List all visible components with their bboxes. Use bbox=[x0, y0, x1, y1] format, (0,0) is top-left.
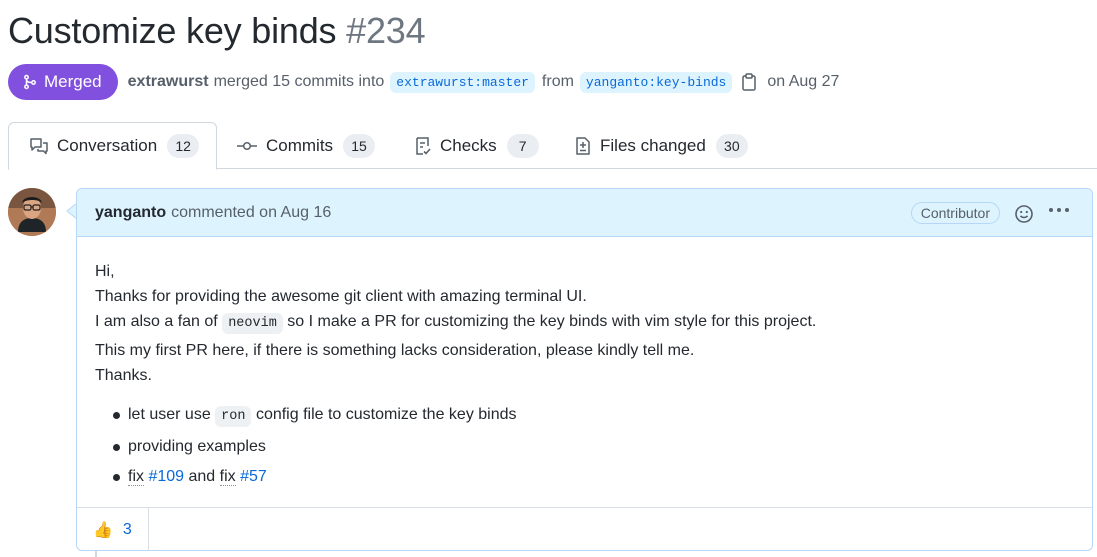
comment-box: yanganto commented on Aug 16 Contributor… bbox=[76, 188, 1093, 551]
list-text: and bbox=[188, 468, 216, 485]
issue-link-109[interactable]: #109 bbox=[148, 468, 184, 485]
inline-code: neovim bbox=[222, 313, 283, 334]
pr-title-text: Customize key binds bbox=[8, 10, 337, 51]
fix-keyword: fix bbox=[128, 468, 144, 486]
list-item: let user use ron config file to customiz… bbox=[111, 402, 1074, 429]
timeline-line bbox=[95, 551, 97, 557]
tab-files-changed-count: 30 bbox=[715, 133, 748, 158]
issue-link-57[interactable]: #57 bbox=[240, 468, 267, 485]
pr-number: #234 bbox=[346, 10, 426, 51]
fix-keyword: fix bbox=[219, 468, 236, 486]
comment-text: I am also a fan of bbox=[95, 313, 218, 330]
comment-line: Thanks for providing the awesome git cli… bbox=[95, 288, 587, 305]
head-branch-label[interactable]: yanganto:key-binds bbox=[579, 71, 733, 93]
tab-checks[interactable]: Checks 7 bbox=[414, 122, 539, 169]
comment-body: Hi, Thanks for providing the awesome git… bbox=[77, 237, 1092, 489]
reaction-count: 3 bbox=[122, 520, 132, 538]
contributor-badge: Contributor bbox=[910, 202, 1000, 224]
merge-date: on Aug 27 bbox=[767, 73, 840, 90]
checklist-icon bbox=[414, 136, 432, 156]
merged-state-label: Merged bbox=[44, 72, 102, 91]
comment-header: yanganto commented on Aug 16 Contributor bbox=[77, 189, 1092, 237]
smiley-icon[interactable] bbox=[1014, 204, 1034, 224]
tab-checks-label: Checks bbox=[440, 135, 497, 155]
merge-author-link[interactable]: extrawurst bbox=[128, 73, 209, 91]
tab-conversation[interactable]: Conversation 12 bbox=[8, 122, 217, 170]
git-commit-icon bbox=[236, 139, 258, 153]
comment-author-link[interactable]: yanganto bbox=[95, 204, 166, 222]
tab-commits-count: 15 bbox=[343, 133, 376, 158]
comment-line: Hi, bbox=[95, 263, 115, 280]
file-diff-icon bbox=[574, 136, 592, 156]
kebab-menu-icon[interactable] bbox=[1048, 207, 1070, 213]
list-item: providing examples bbox=[111, 434, 1074, 459]
avatar[interactable] bbox=[8, 188, 56, 236]
merged-state-badge: Merged bbox=[8, 64, 118, 100]
comment-discussion-icon bbox=[29, 137, 49, 155]
list-text: let user use bbox=[128, 406, 211, 423]
git-merge-icon bbox=[24, 74, 36, 90]
merge-action-text: merged 15 commits into bbox=[213, 73, 385, 90]
list-item: fix #109 and fix #57 bbox=[111, 464, 1074, 489]
tab-conversation-label: Conversation bbox=[57, 136, 158, 155]
tab-conversation-count: 12 bbox=[167, 134, 200, 158]
reactions-bar: 👍 3 bbox=[77, 507, 1092, 551]
tab-commits-label: Commits bbox=[266, 135, 334, 155]
comment-line: I am also a fan of neovim so I make a PR… bbox=[95, 309, 1074, 336]
thumbs-up-reaction-button[interactable]: 👍 3 bbox=[77, 508, 149, 551]
tab-files-changed-label: Files changed bbox=[600, 135, 706, 155]
inline-code: ron bbox=[215, 406, 252, 427]
from-text: from bbox=[541, 73, 574, 90]
comment-line: Thanks. bbox=[95, 367, 152, 384]
tab-files-changed[interactable]: Files changed 30 bbox=[574, 122, 748, 169]
thumbs-up-icon: 👍 bbox=[93, 521, 113, 539]
copy-branch-icon[interactable] bbox=[741, 73, 757, 91]
bullet-list: let user use ron config file to customiz… bbox=[95, 402, 1074, 489]
pr-tabs: Conversation 12 Commits 15 Checks 7 File… bbox=[8, 122, 1097, 170]
comment-line: This my first PR here, if there is somet… bbox=[95, 342, 695, 359]
tab-commits[interactable]: Commits 15 bbox=[236, 122, 376, 169]
comment-text: so I make a PR for customizing the key b… bbox=[287, 313, 817, 330]
list-text: config file to customize the key binds bbox=[255, 406, 517, 423]
pr-title: Customize key binds #234 bbox=[8, 10, 426, 52]
base-branch-label[interactable]: extrawurst:master bbox=[390, 71, 535, 93]
comment-timestamp[interactable]: commented on Aug 16 bbox=[171, 204, 331, 222]
tab-checks-count: 7 bbox=[506, 133, 539, 158]
pr-meta: Merged extrawurst merged 15 commits into… bbox=[8, 64, 845, 100]
